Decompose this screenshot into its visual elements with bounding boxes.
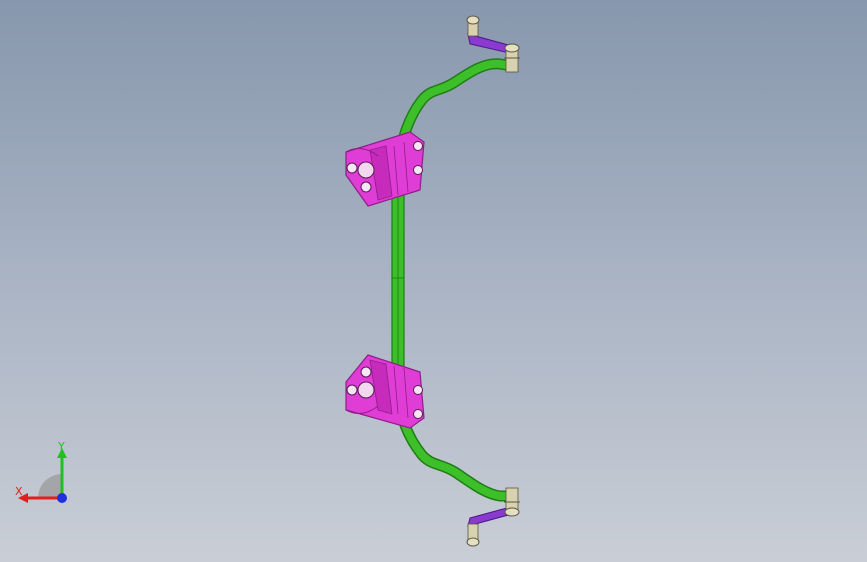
graphics-viewport[interactable]: X Y [0,0,867,562]
bolt-hole [413,165,423,175]
triad-plane-quadrant [38,474,62,498]
axis-triad[interactable]: X Y [10,440,80,510]
bolt-hole [413,141,423,151]
z-axis-dot [57,493,67,503]
cad-model[interactable] [0,0,867,562]
bolt-hole [413,385,423,395]
bolt-hole [357,161,375,179]
bolt-hole [360,181,372,193]
bolt-hole [346,162,358,174]
bolt-hole [413,409,423,419]
bolt-hole [346,384,358,396]
y-axis-label: Y [58,440,65,453]
x-axis-label: X [15,485,23,498]
lower-mount-bracket[interactable] [345,354,425,429]
bolt-hole [357,381,375,399]
triad-graphic [18,448,67,503]
upper-mount-bracket[interactable] [345,131,425,207]
bolt-hole [360,366,372,378]
